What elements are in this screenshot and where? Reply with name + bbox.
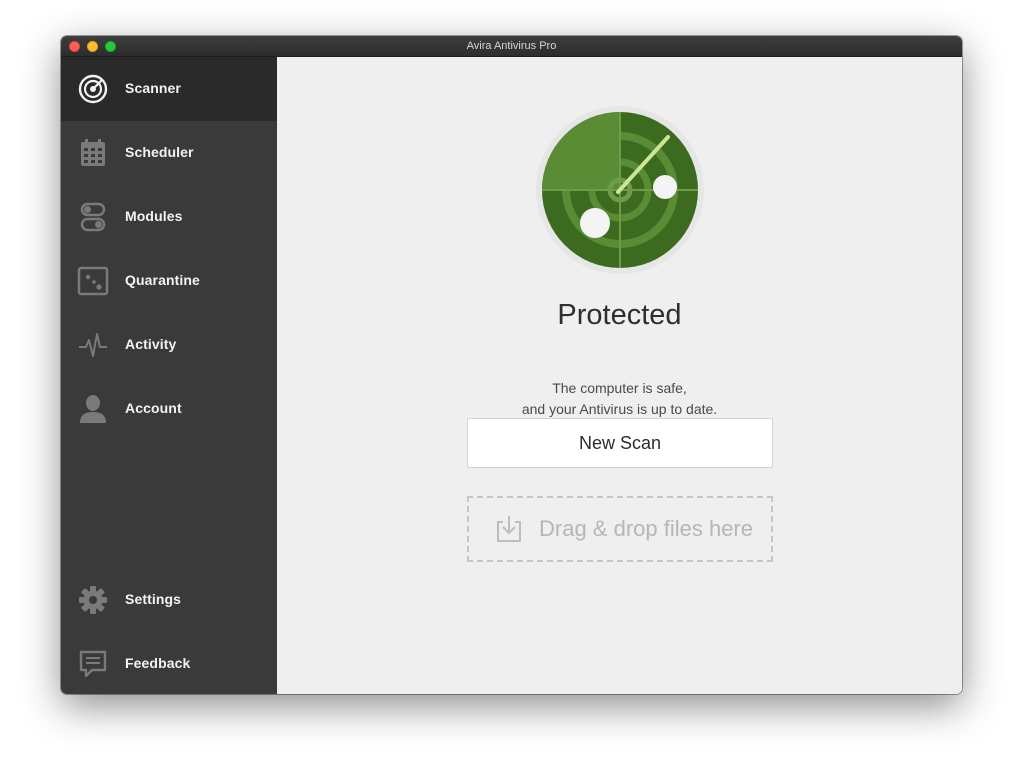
sidebar-item-feedback[interactable]: Feedback [61, 632, 277, 694]
status-title: Protected [557, 299, 682, 331]
toggle-icon [77, 201, 109, 233]
quarantine-box-icon [77, 265, 109, 297]
sidebar-item-label: Modules [125, 208, 183, 224]
sidebar-item-scheduler[interactable]: Scheduler [61, 121, 277, 185]
window-title: Avira Antivirus Pro [466, 40, 557, 52]
main-panel: Protected The computer is safe, and your… [277, 57, 962, 694]
sidebar-item-modules[interactable]: Modules [61, 185, 277, 249]
title-bar: Avira Antivirus Pro [61, 36, 962, 57]
gear-icon [77, 584, 109, 616]
radar-icon [77, 73, 109, 105]
new-scan-button[interactable]: New Scan [467, 418, 773, 468]
sidebar-item-label: Settings [125, 591, 182, 607]
sidebar-item-scanner[interactable]: Scanner [61, 57, 277, 121]
sidebar-item-quarantine[interactable]: Quarantine [61, 249, 277, 313]
sidebar-item-label: Scheduler [125, 144, 194, 160]
sidebar: Scanner Scheduler Modules Quarantine Act… [61, 57, 277, 694]
download-tray-icon [493, 513, 525, 545]
sidebar-item-label: Feedback [125, 655, 191, 671]
user-icon [77, 393, 109, 425]
pulse-icon [77, 329, 109, 361]
sidebar-item-label: Account [125, 400, 182, 416]
sidebar-item-settings[interactable]: Settings [61, 568, 277, 632]
status-description-line1: The computer is safe, [552, 380, 687, 396]
sidebar-item-activity[interactable]: Activity [61, 313, 277, 377]
sidebar-item-account[interactable]: Account [61, 377, 277, 441]
calendar-icon [77, 137, 109, 169]
status-description-line2: and your Antivirus is up to date. [521, 401, 718, 417]
drag-drop-label: Drag & drop files here [539, 516, 753, 541]
radar-icon [535, 105, 705, 275]
sidebar-item-label: Quarantine [125, 272, 200, 288]
app-window: Avira Antivirus Pro Scanner Scheduler Mo… [61, 36, 962, 694]
sidebar-item-label: Activity [125, 336, 177, 352]
chat-bubble-icon [77, 648, 109, 680]
drag-drop-zone[interactable]: Drag & drop files here [467, 496, 773, 562]
sidebar-item-label: Scanner [125, 80, 181, 96]
